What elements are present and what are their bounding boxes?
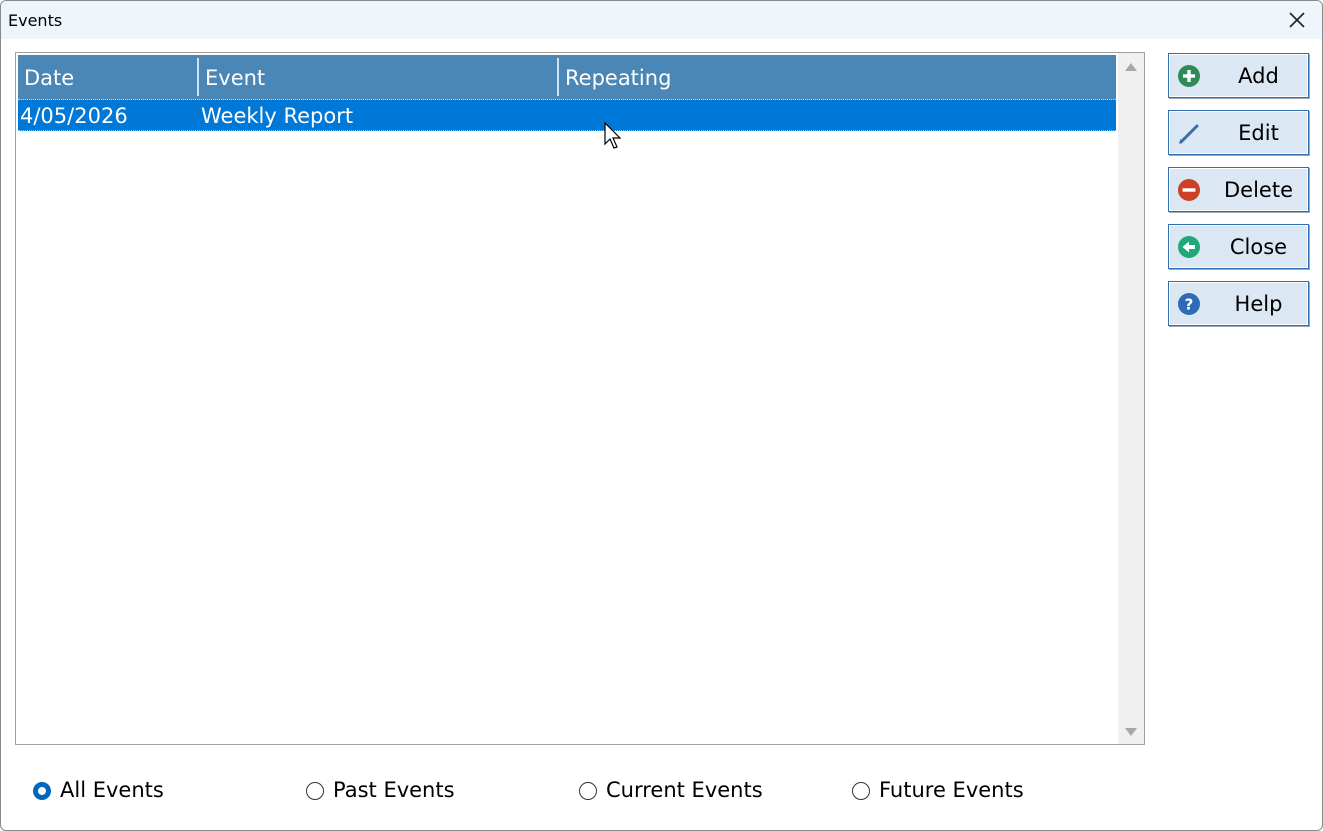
- title-bar: Events: [1, 1, 1322, 39]
- close-button[interactable]: Close: [1168, 224, 1309, 269]
- cell-date: 4/05/2026: [20, 104, 128, 128]
- radio-selected-icon: [33, 782, 51, 800]
- radio-label: Future Events: [879, 778, 1024, 802]
- close-window-button[interactable]: [1286, 9, 1308, 31]
- radio-label: All Events: [60, 778, 164, 802]
- close-icon: [1289, 12, 1305, 28]
- mouse-pointer-icon: [604, 122, 622, 149]
- list-header: Date Event Repeating: [18, 55, 1116, 100]
- scroll-down-icon[interactable]: [1125, 728, 1137, 736]
- add-button[interactable]: Add: [1168, 53, 1309, 98]
- delete-button[interactable]: Delete: [1168, 167, 1309, 212]
- plus-circle-icon: [1178, 65, 1200, 87]
- help-button[interactable]: ? Help: [1168, 281, 1309, 326]
- help-button-label: Help: [1234, 292, 1283, 316]
- add-button-label: Add: [1238, 64, 1279, 88]
- svg-text:?: ?: [1185, 296, 1194, 314]
- radio-all-events[interactable]: All Events: [33, 776, 233, 810]
- event-filter-group: All Events Past Events Current Events Fu…: [1, 776, 1322, 810]
- column-header-event[interactable]: Event: [199, 55, 557, 99]
- minus-circle-icon: [1178, 179, 1200, 201]
- events-list[interactable]: Date Event Repeating 4/05/2026 Weekly Re…: [15, 52, 1145, 745]
- back-arrow-circle-icon: [1178, 236, 1200, 258]
- delete-button-label: Delete: [1224, 178, 1293, 202]
- column-header-repeating[interactable]: Repeating: [559, 55, 1116, 99]
- radio-unselected-icon: [306, 782, 324, 800]
- question-circle-icon: ?: [1178, 293, 1200, 315]
- radio-label: Past Events: [333, 778, 455, 802]
- scroll-up-icon[interactable]: [1125, 63, 1137, 71]
- cell-event: Weekly Report: [201, 104, 354, 128]
- events-window: Events Date Event Repeating 4/05/2026 We…: [0, 0, 1323, 831]
- close-button-label: Close: [1229, 235, 1288, 259]
- radio-past-events[interactable]: Past Events: [306, 776, 506, 810]
- column-header-date[interactable]: Date: [18, 55, 198, 99]
- edit-button-label: Edit: [1238, 121, 1279, 145]
- edit-button[interactable]: Edit: [1168, 110, 1309, 155]
- table-row[interactable]: 4/05/2026 Weekly Report: [18, 100, 1116, 131]
- radio-unselected-icon: [579, 782, 597, 800]
- radio-label: Current Events: [606, 778, 763, 802]
- pencil-icon: [1179, 124, 1199, 144]
- radio-current-events[interactable]: Current Events: [579, 776, 799, 810]
- radio-unselected-icon: [852, 782, 870, 800]
- radio-future-events[interactable]: Future Events: [852, 776, 1072, 810]
- window-title: Events: [8, 11, 63, 30]
- vertical-scrollbar[interactable]: [1118, 53, 1144, 744]
